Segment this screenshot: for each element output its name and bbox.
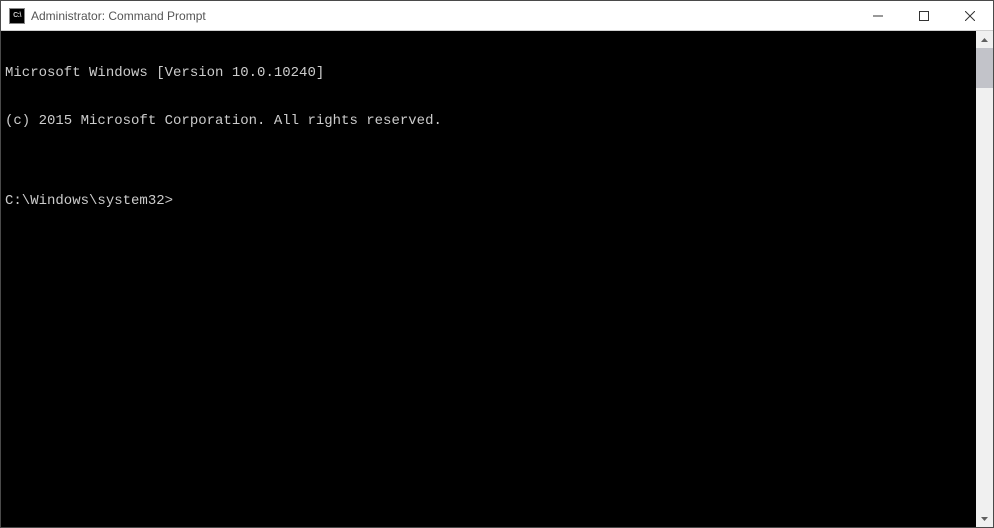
terminal-prompt: C:\Windows\system32> xyxy=(5,193,972,209)
close-button[interactable] xyxy=(947,1,993,30)
scroll-up-button[interactable] xyxy=(976,31,993,48)
close-icon xyxy=(965,11,975,21)
terminal-line: (c) 2015 Microsoft Corporation. All righ… xyxy=(5,113,972,129)
terminal-line: Microsoft Windows [Version 10.0.10240] xyxy=(5,65,972,81)
chevron-down-icon xyxy=(981,517,988,521)
scrollbar-thumb[interactable] xyxy=(976,48,993,88)
scrollbar-track[interactable] xyxy=(976,48,993,510)
window-title: Administrator: Command Prompt xyxy=(31,9,855,23)
content-area: Microsoft Windows [Version 10.0.10240] (… xyxy=(1,31,993,527)
minimize-button[interactable] xyxy=(855,1,901,30)
maximize-icon xyxy=(919,11,929,21)
maximize-button[interactable] xyxy=(901,1,947,30)
terminal-output[interactable]: Microsoft Windows [Version 10.0.10240] (… xyxy=(1,31,976,527)
chevron-up-icon xyxy=(981,38,988,42)
command-prompt-window: C:\ Administrator: Command Prompt Micros… xyxy=(0,0,994,528)
app-icon-label: C:\ xyxy=(13,12,21,19)
titlebar[interactable]: C:\ Administrator: Command Prompt xyxy=(1,1,993,31)
vertical-scrollbar[interactable] xyxy=(976,31,993,527)
app-icon: C:\ xyxy=(9,8,25,24)
scroll-down-button[interactable] xyxy=(976,510,993,527)
minimize-icon xyxy=(873,11,883,21)
window-controls xyxy=(855,1,993,30)
